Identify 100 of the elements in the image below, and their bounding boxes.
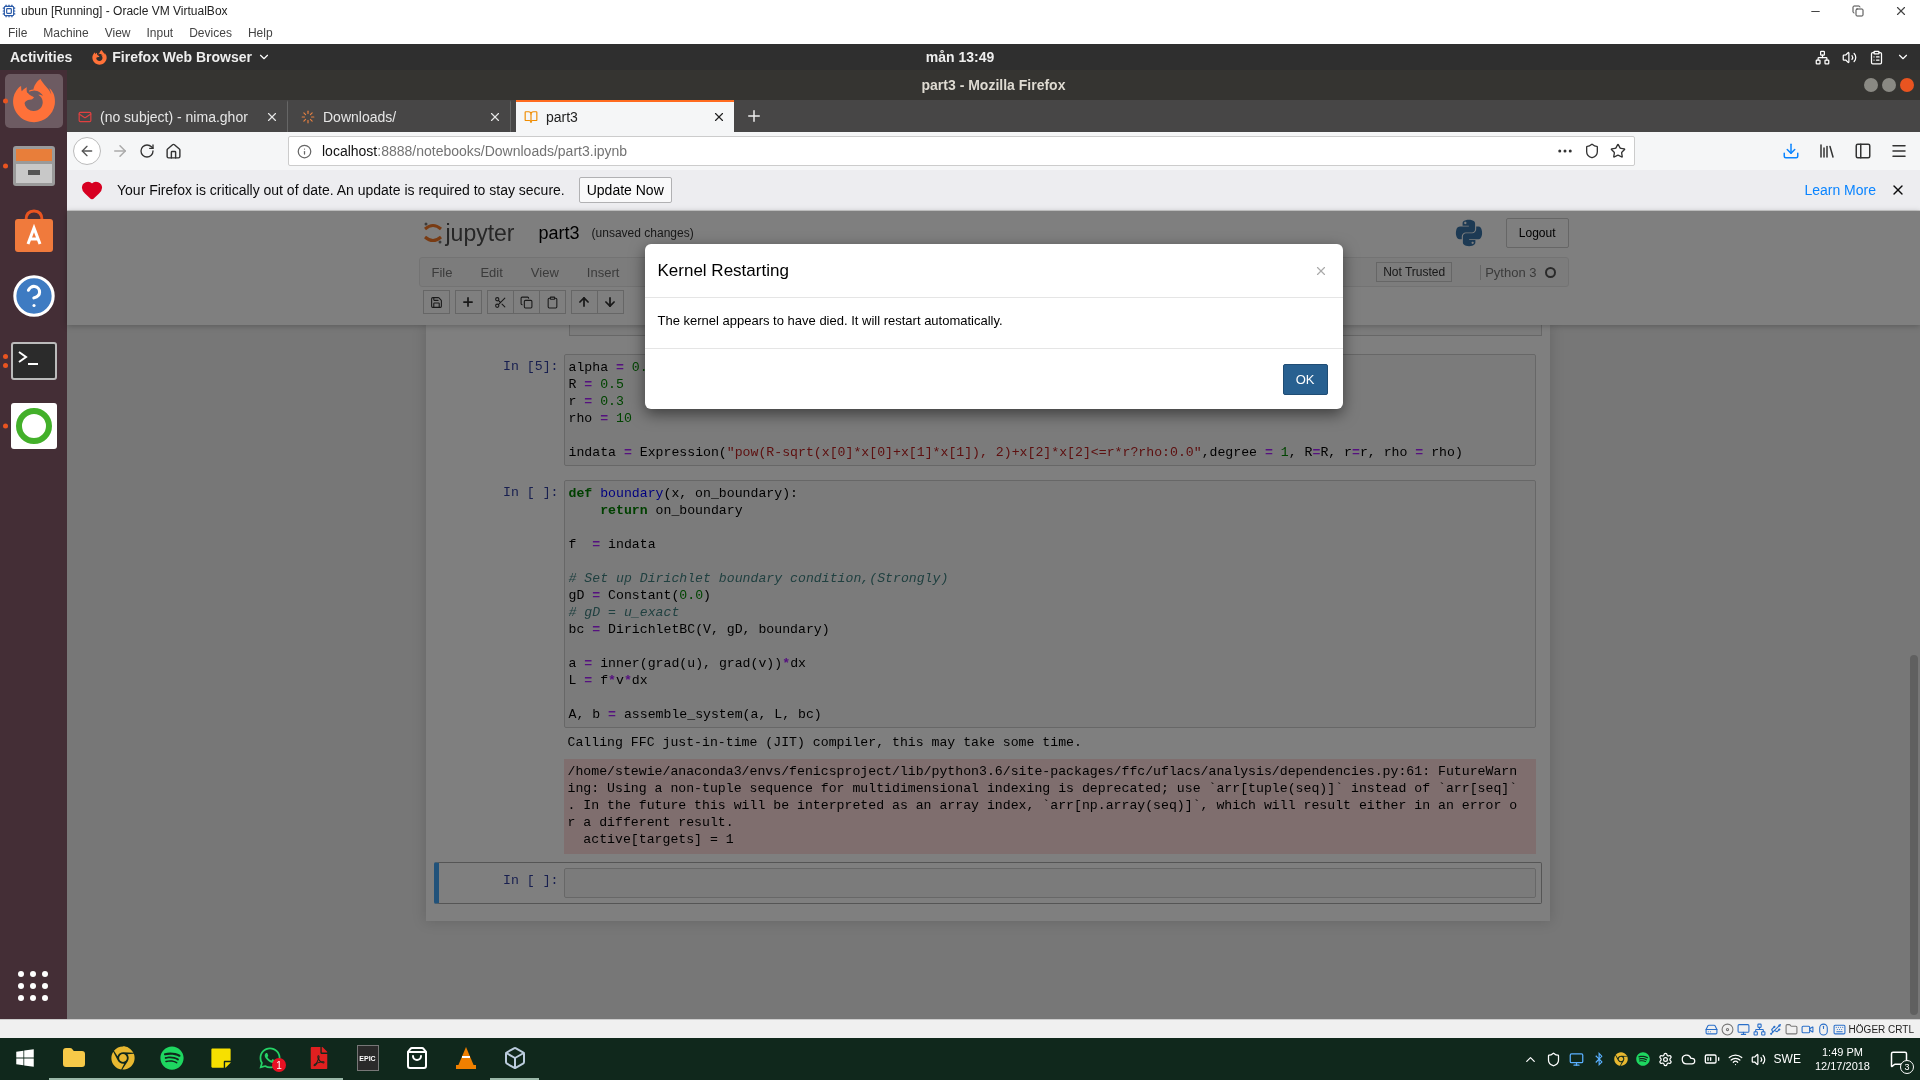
code-line: A, b = assemble_system(a, L, bc)	[568, 706, 822, 723]
code-line: a = inner(grad(u), grad(v))*dx	[568, 655, 806, 672]
spotify-icon[interactable]	[159, 1046, 184, 1070]
code-line: R = 0.5	[568, 376, 624, 393]
code-line: gD = Constant(0.0)	[568, 587, 711, 604]
app-grid-icon[interactable]	[18, 971, 48, 1001]
menu-item[interactable]: Machine	[43, 26, 89, 40]
menu-item[interactable]: Devices	[189, 26, 232, 40]
sidebar-icon[interactable]	[1854, 142, 1872, 160]
terminal-icon[interactable]	[10, 342, 57, 380]
library-icon[interactable]	[1818, 142, 1836, 160]
battery-icon[interactable]	[1703, 1051, 1720, 1067]
logout-button[interactable]: Logout	[1505, 218, 1569, 248]
scissors-icon	[493, 295, 507, 309]
app-menu[interactable]: Firefox Web Browser	[112, 49, 253, 65]
start-icon[interactable]	[14, 1048, 35, 1068]
move-down-button[interactable]	[596, 290, 624, 314]
star-icon[interactable]	[1610, 143, 1626, 159]
running-dot	[2, 98, 8, 104]
maximize-button[interactable]	[1882, 78, 1896, 92]
running-dot	[2, 363, 8, 368]
running-dot	[2, 423, 8, 429]
mouse-icon[interactable]	[1816, 1022, 1830, 1036]
sticky-note-icon[interactable]	[209, 1047, 232, 1069]
notebook-icon	[524, 110, 538, 124]
spotify-icon[interactable]	[1635, 1052, 1650, 1066]
code-input[interactable]	[563, 868, 1536, 898]
display-icon[interactable]	[1736, 1022, 1750, 1036]
plus-icon	[461, 295, 475, 309]
jupyter-logo-icon	[422, 221, 443, 245]
notebook-name[interactable]: part3	[538, 222, 580, 244]
usb-icon[interactable]	[1768, 1022, 1782, 1036]
minimize-button[interactable]	[1864, 78, 1878, 92]
code-input[interactable]	[563, 480, 1536, 728]
volume-icon[interactable]	[1750, 1051, 1766, 1067]
close-icon[interactable]	[712, 110, 726, 124]
trust-indicator[interactable]: Not Trusted	[1376, 262, 1453, 282]
close-button[interactable]	[1900, 78, 1914, 92]
menu-item[interactable]: Input	[146, 26, 174, 40]
taskbar-time[interactable]: 1:49 PM	[1822, 1046, 1863, 1058]
code-line: L = f*v*dx	[568, 672, 648, 689]
browser-tab[interactable]: part3	[516, 100, 734, 132]
ring-icon[interactable]	[9, 402, 58, 450]
paste-button[interactable]	[538, 290, 566, 314]
menu-icon[interactable]	[1890, 142, 1908, 160]
cloud-icon[interactable]	[1680, 1051, 1696, 1067]
cell-prompt: In [ ]:	[502, 484, 560, 502]
clipboard-icon[interactable]	[1869, 49, 1884, 65]
insert-cell-button[interactable]	[454, 290, 482, 314]
info-icon[interactable]	[297, 143, 312, 159]
wifi-icon[interactable]	[1727, 1051, 1743, 1067]
code-line: # Set up Dirichlet boundary condition,(Strongly)	[568, 570, 949, 587]
cut-button[interactable]	[486, 290, 514, 314]
new-tab-icon[interactable]	[745, 107, 763, 125]
file-cabinet-icon[interactable]	[10, 144, 57, 188]
code-line: # gD = u_exact	[568, 604, 680, 621]
cube-icon[interactable]	[502, 1046, 527, 1070]
dialog-message: The kernel appears to have died. It will restart automatically.	[657, 313, 1003, 328]
display-icon[interactable]	[1568, 1051, 1584, 1067]
menu-item[interactable]: File	[8, 26, 28, 40]
shopping-bag-icon[interactable]	[404, 1046, 429, 1070]
copy-button[interactable]	[512, 290, 540, 314]
reload-icon[interactable]	[139, 143, 155, 159]
close-icon[interactable]	[488, 110, 502, 124]
gear-icon[interactable]	[1657, 1051, 1673, 1067]
chrome-icon[interactable]	[1613, 1052, 1628, 1066]
update-button[interactable]: Update Now	[578, 177, 672, 203]
language-indicator[interactable]: SWE	[1773, 1052, 1801, 1066]
taskbar-date[interactable]: 12/17/2018	[1814, 1060, 1870, 1072]
network-icon[interactable]	[1815, 49, 1830, 65]
close-icon[interactable]	[265, 110, 279, 124]
ok-button[interactable]: OK	[1282, 363, 1328, 395]
code-line: def boundary(x, on_boundary):	[568, 485, 798, 502]
home-icon[interactable]	[165, 142, 182, 160]
keyboard-icon[interactable]	[1832, 1022, 1846, 1036]
cell-prompt: In [5]:	[502, 358, 560, 376]
save-button[interactable]	[422, 290, 450, 314]
help-icon[interactable]	[10, 273, 57, 319]
activities-button[interactable]: Activities	[10, 49, 73, 65]
restore-icon[interactable]	[1852, 5, 1864, 17]
download-icon[interactable]	[1782, 142, 1800, 160]
shield-icon[interactable]	[1584, 143, 1600, 159]
notification-count: 3	[1900, 1060, 1914, 1074]
volume-icon[interactable]	[1842, 49, 1857, 65]
menu-item[interactable]: View	[104, 26, 131, 40]
close-icon[interactable]	[1894, 4, 1908, 18]
window-title: ubun [Running] - Oracle VM VirtualBox	[21, 4, 229, 18]
traffic-cone-icon[interactable]	[454, 1046, 477, 1070]
clock[interactable]: mån 13:49	[925, 49, 995, 65]
chrome-icon[interactable]	[110, 1046, 135, 1070]
url-field[interactable]: localhost:8888/notebooks/Downloads/part3.ipynb	[288, 136, 1635, 166]
notification-icon[interactable]	[1890, 1050, 1908, 1068]
clipboard-icon	[545, 295, 559, 309]
folder-icon[interactable]	[61, 1046, 86, 1070]
disc-icon[interactable]	[1720, 1022, 1734, 1036]
shield-icon[interactable]	[1545, 1051, 1561, 1067]
menu-item[interactable]: Help	[247, 26, 273, 40]
back-button[interactable]	[73, 137, 101, 165]
move-up-button[interactable]	[570, 290, 598, 314]
unread-badge: 1	[272, 1058, 286, 1072]
